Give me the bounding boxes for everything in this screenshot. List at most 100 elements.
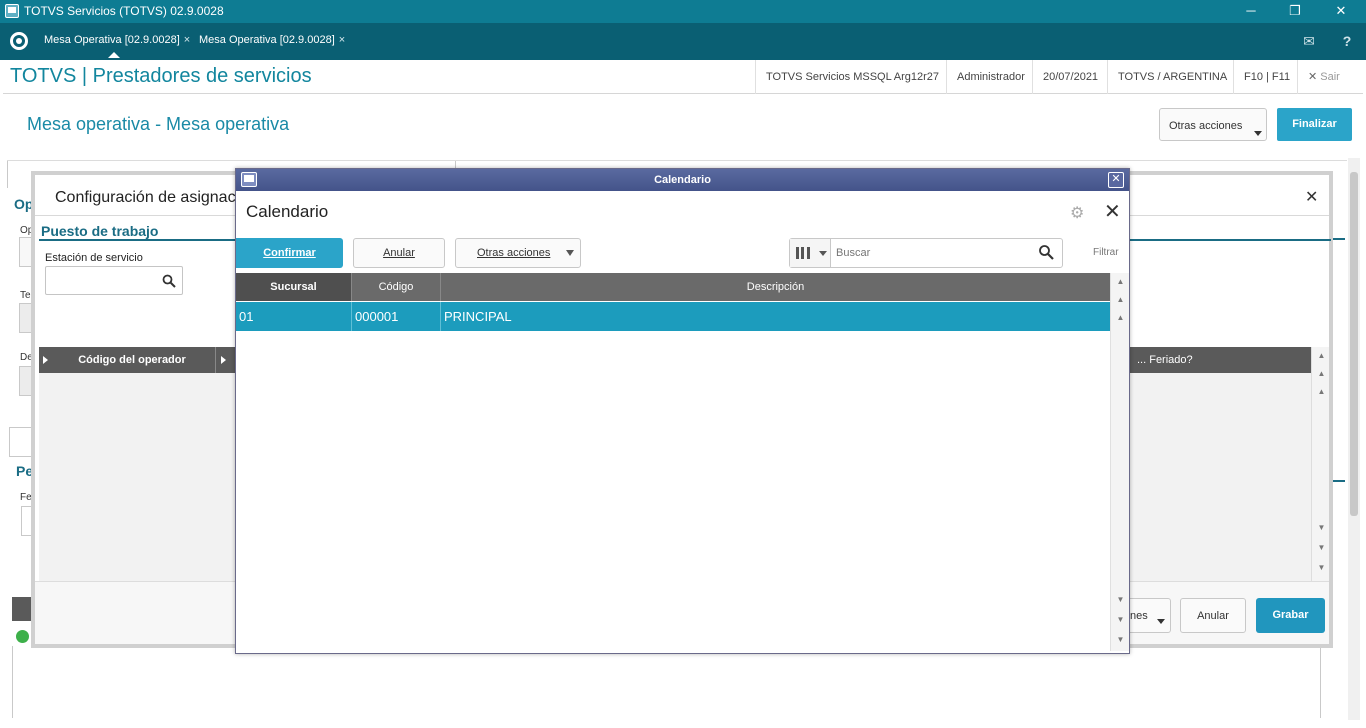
cell-descripcion: PRINCIPAL [444, 309, 512, 324]
calendario-title: Calendario [246, 202, 329, 221]
filtrar-link[interactable]: Filtrar [1093, 247, 1119, 258]
estacion-label: Estación de servicio [45, 252, 143, 264]
close-icon: ✕ [1308, 71, 1318, 83]
row-marker-icon [43, 356, 48, 364]
main-scrollbar[interactable] [1348, 158, 1360, 720]
window-title-bar: TOTVS Servicios (TOTVS) 02.9.0028 ─ ❐ ✕ [0, 0, 1366, 23]
calendario-grid-scrollbar[interactable]: ▲ ▲ ▲ ▼ ▼ ▼ [1110, 273, 1129, 651]
config-close-button[interactable]: ✕ [1305, 187, 1318, 207]
help-icon[interactable]: ? [1336, 30, 1358, 52]
bg-divider [1320, 646, 1321, 718]
finalizar-button[interactable]: Finalizar [1277, 108, 1352, 141]
active-tab-indicator [108, 52, 120, 58]
scroll-up-icon[interactable]: ▲ [1312, 347, 1331, 365]
anular-button[interactable]: Anular [353, 238, 445, 268]
bg-grid-header [12, 597, 32, 621]
search-icon[interactable] [162, 274, 176, 288]
status-dot-icon [16, 630, 29, 643]
scroll-page-up-icon[interactable]: ▲ [1111, 291, 1130, 309]
otras-acciones-label: Otras acciones [477, 247, 551, 259]
otras-acciones-label: Otras acciones [1169, 120, 1243, 132]
user-info: Administrador [946, 60, 1035, 94]
cell-sucursal: 01 [236, 302, 352, 331]
chevron-down-icon [819, 251, 827, 256]
server-info: TOTVS Servicios MSSQL Arg12r27 [755, 60, 949, 94]
company-info: TOTVS / ARGENTINA [1107, 60, 1237, 94]
confirmar-label: Confirmar [263, 247, 316, 259]
totvs-logo-icon[interactable] [10, 32, 28, 50]
estacion-input[interactable] [45, 266, 183, 295]
column-selector-button[interactable] [790, 239, 831, 267]
page-title: Mesa operativa - Mesa operativa [27, 114, 290, 134]
search-box [789, 238, 1063, 268]
calendario-grid-header: Sucursal Código Descripción [236, 273, 1110, 301]
chevron-down-icon [1157, 619, 1165, 624]
scroll-up-icon[interactable]: ▲ [1111, 273, 1130, 291]
search-input[interactable] [836, 245, 1026, 261]
calendario-close-button[interactable]: ✕ [1104, 199, 1121, 224]
tab-close-icon[interactable]: × [339, 34, 345, 46]
scroll-down-icon[interactable]: ▼ [1312, 559, 1331, 577]
col-sucursal[interactable]: Sucursal [236, 273, 352, 301]
calendario-titlebar: Calendario ✕ [236, 169, 1129, 191]
chevron-down-icon [1254, 131, 1262, 136]
app-title: TOTVS | Prestadores de servicios [10, 65, 312, 87]
app-icon [5, 4, 19, 18]
close-window-button[interactable]: ✕ [1318, 0, 1364, 23]
anular-label: Anular [383, 247, 415, 259]
scroll-page-down-icon[interactable]: ▼ [1312, 539, 1331, 557]
scroll-up-icon[interactable]: ▲ [1111, 309, 1130, 327]
otras-acciones-dropdown[interactable]: Otras acciones [455, 238, 581, 268]
minimize-button[interactable]: ─ [1228, 0, 1274, 23]
acciones-label: nes [1130, 610, 1148, 622]
tab-label: Mesa Operativa [02.9.0028] [44, 34, 180, 46]
anular-config-button[interactable]: Anular [1180, 598, 1246, 633]
col-descripcion[interactable]: Descripción [441, 273, 1110, 301]
titlebar-close-button[interactable]: ✕ [1108, 172, 1124, 188]
shortcut-keys[interactable]: F10 | F11 [1233, 60, 1300, 94]
scroll-page-up-icon[interactable]: ▲ [1312, 365, 1331, 383]
scrollbar-thumb[interactable] [1350, 172, 1358, 516]
scroll-down-icon[interactable]: ▼ [1111, 591, 1130, 609]
config-grid-scrollbar[interactable]: ▲ ▲ ▲ ▼ ▼ ▼ [1311, 347, 1329, 581]
otras-acciones-button[interactable]: Otras acciones [1159, 108, 1267, 141]
col-feriado[interactable]: ... Feriado? [1137, 347, 1193, 373]
col-codigo-operador[interactable]: Código del operador [49, 347, 215, 373]
restore-button[interactable]: ❐ [1272, 0, 1318, 23]
tab-mesa-operativa-1[interactable]: Mesa Operativa [02.9.0028] × [44, 31, 190, 53]
window-title: TOTVS Servicios (TOTVS) 02.9.0028 [24, 4, 224, 18]
bg-divider [12, 646, 13, 718]
bg-divider [7, 160, 1347, 161]
bg-divider [1333, 480, 1345, 482]
search-icon[interactable] [1038, 244, 1054, 260]
tab-bar: Mesa Operativa [02.9.0028] × Mesa Operati… [0, 23, 1366, 60]
calendario-dialog: Calendario ✕ Calendario ⚙ ✕ Confirmar An… [235, 168, 1130, 654]
bg-label-fe: Fe [20, 492, 32, 503]
config-dialog-title: Configuración de asignación [55, 189, 257, 206]
col-codigo[interactable]: Código [352, 273, 441, 301]
chevron-down-icon [566, 250, 574, 256]
tab-mesa-operativa-2[interactable]: Mesa Operativa [02.9.0028] × [199, 31, 345, 53]
scroll-up-icon[interactable]: ▲ [1312, 383, 1331, 401]
table-row[interactable]: 01 000001 PRINCIPAL [236, 302, 1110, 331]
grabar-button[interactable]: Grabar [1256, 598, 1325, 633]
confirmar-button[interactable]: Confirmar [236, 238, 343, 268]
scroll-down-icon[interactable]: ▼ [1111, 631, 1130, 649]
tab-close-icon[interactable]: × [184, 34, 190, 46]
app-header: TOTVS | Prestadores de servicios TOTVS S… [3, 60, 1363, 94]
date-info: 20/07/2021 [1032, 60, 1108, 94]
cell-codigo: 000001 [352, 302, 441, 331]
section-puesto-trabajo: Puesto de trabajo [41, 223, 159, 239]
scroll-down-icon[interactable]: ▼ [1312, 519, 1331, 537]
bg-divider [1333, 238, 1345, 240]
scroll-page-down-icon[interactable]: ▼ [1111, 611, 1130, 629]
mail-icon[interactable]: ✉ [1298, 30, 1320, 52]
bg-input [9, 427, 33, 457]
tab-label: Mesa Operativa [02.9.0028] [199, 34, 335, 46]
acciones-button[interactable]: nes [1125, 598, 1171, 633]
bg-label-te: Te [20, 290, 31, 301]
col-expand-icon[interactable] [215, 347, 235, 373]
exit-button[interactable]: ✕ Sair [1297, 60, 1350, 94]
calendario-window-title: Calendario [654, 174, 711, 186]
gear-icon[interactable]: ⚙ [1070, 203, 1084, 223]
